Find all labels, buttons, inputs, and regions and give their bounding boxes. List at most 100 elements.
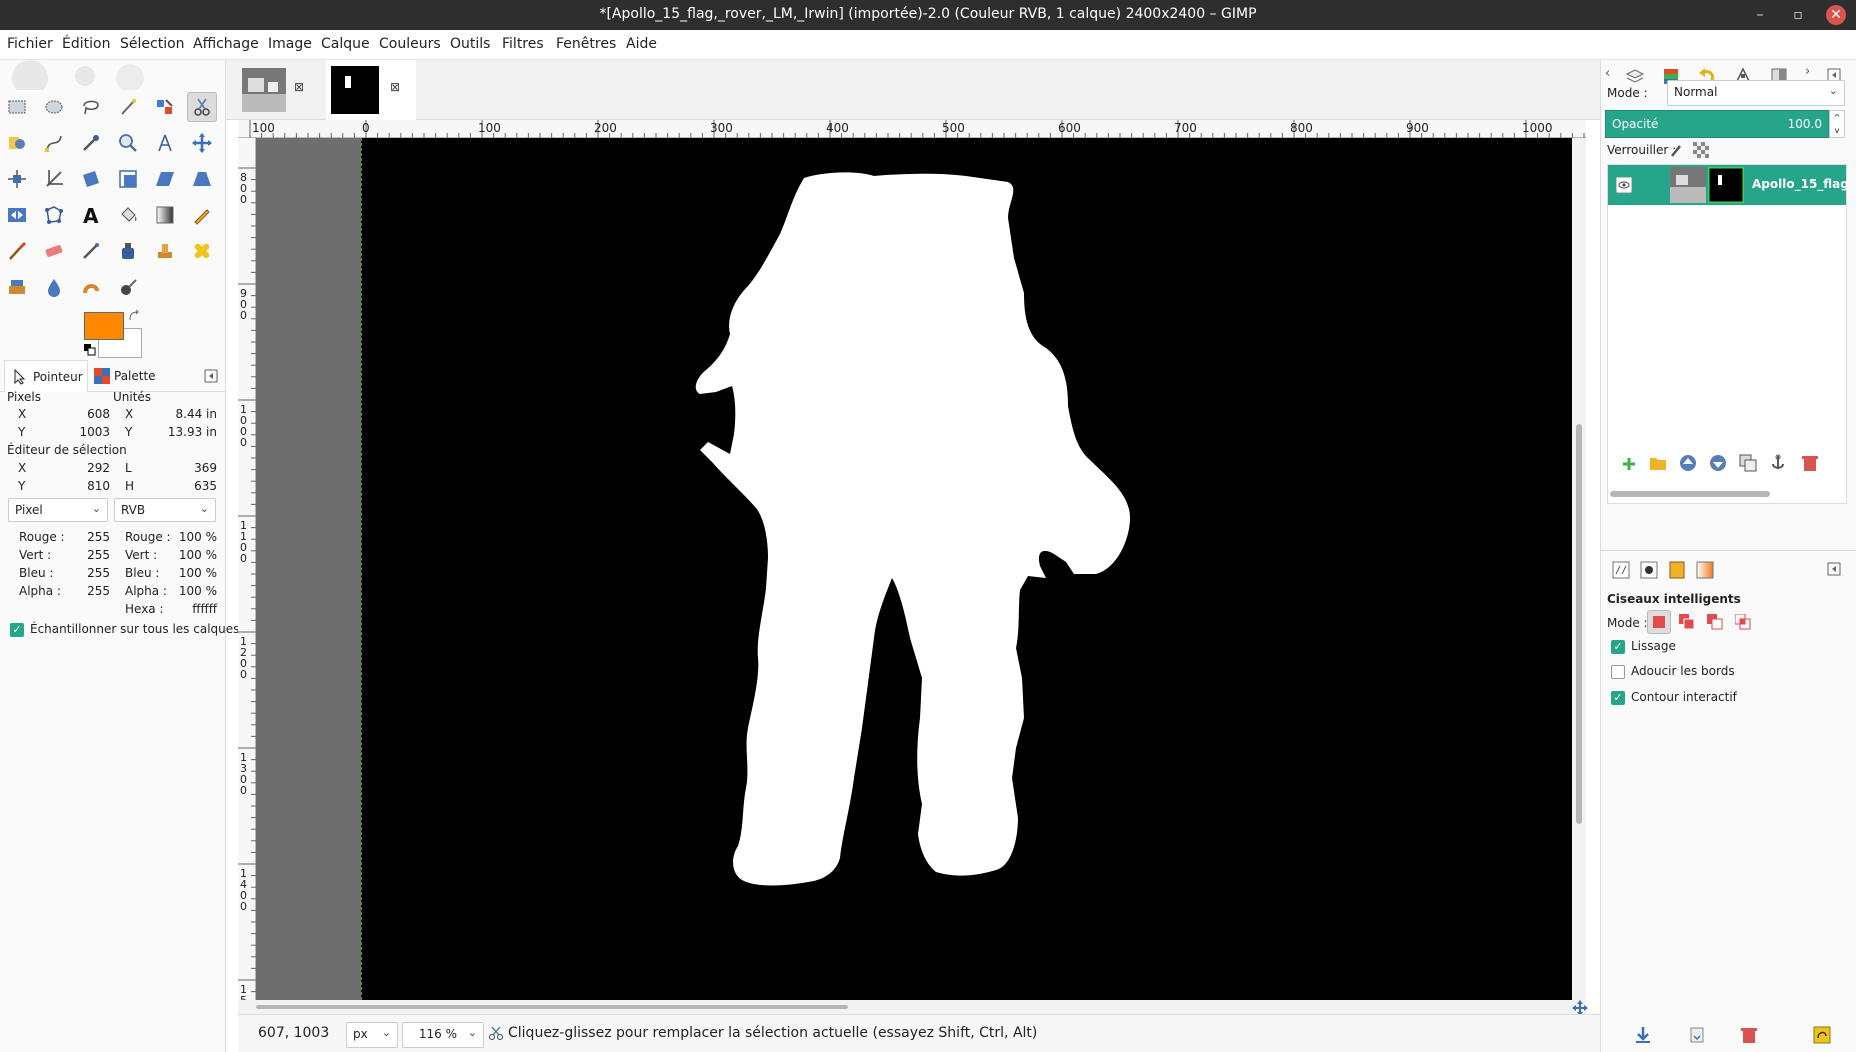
image-tab-photo[interactable]: ⊠	[240, 66, 310, 114]
vertical-scroll-thumb[interactable]	[1576, 424, 1582, 824]
horizontal-scrollbar[interactable]	[238, 1000, 1586, 1014]
layers-list[interactable]: Apollo_15_flag,_r	[1607, 164, 1856, 504]
perspective-tool-icon[interactable]	[187, 164, 217, 194]
crop-tool-icon[interactable]	[39, 164, 69, 194]
bucket-fill-tool-icon[interactable]	[113, 200, 143, 230]
layers-hscroll-thumb[interactable]	[1610, 491, 1770, 497]
tool-options-tab-icon[interactable]	[1609, 558, 1633, 582]
layer-mask-thumbnail-icon[interactable]	[1708, 167, 1744, 203]
menu-edition[interactable]: Édition	[62, 36, 110, 52]
select-by-color-tool-icon[interactable]	[150, 92, 180, 122]
ellipse-select-tool-icon[interactable]	[39, 92, 69, 122]
eraser-tool-icon[interactable]	[39, 236, 69, 266]
tab-palette[interactable]: Palette	[90, 360, 174, 392]
menu-calque[interactable]: Calque	[321, 36, 370, 52]
menu-filtres[interactable]: Filtres	[502, 36, 544, 52]
zoom-select[interactable]: 116 % ⌄	[402, 1022, 484, 1048]
paths-tool-icon[interactable]	[39, 128, 69, 158]
mode-subtract-icon[interactable]	[1707, 614, 1723, 630]
heal-tool-icon[interactable]	[187, 236, 217, 266]
swap-colors-icon[interactable]	[128, 310, 140, 322]
pencil-tool-icon[interactable]	[187, 200, 217, 230]
delete-options-icon[interactable]	[1741, 1026, 1757, 1044]
color-picker-tool-icon[interactable]	[76, 128, 106, 158]
color-model-select[interactable]: RVB ⌄	[114, 498, 216, 522]
default-colors-icon[interactable]	[84, 344, 96, 356]
unit-select[interactable]: px ⌄	[346, 1022, 398, 1048]
pixel-mode-select[interactable]: Pixel ⌄	[8, 498, 108, 522]
vertical-scrollbar[interactable]	[1572, 138, 1586, 1000]
reset-options-icon[interactable]	[1813, 1026, 1831, 1044]
sample-merged-checkbox[interactable]: ✓	[10, 623, 24, 637]
close-tab-icon[interactable]: ⊠	[390, 80, 400, 94]
lower-layer-icon[interactable]	[1709, 454, 1727, 472]
duplicate-layer-icon[interactable]	[1739, 454, 1757, 472]
menu-aide[interactable]: Aide	[626, 36, 657, 52]
menu-selection[interactable]: Sélection	[120, 36, 185, 52]
foreground-color-swatch[interactable]	[84, 312, 124, 340]
mode-add-icon[interactable]	[1679, 614, 1695, 630]
clone-tool-icon[interactable]	[150, 236, 180, 266]
scale-tool-icon[interactable]	[113, 164, 143, 194]
lasso-tool-icon[interactable]	[76, 92, 106, 122]
interactive-boundary-checkbox[interactable]: ✓	[1611, 691, 1625, 705]
visibility-eye-icon[interactable]	[1616, 177, 1632, 193]
layers-tab-icon[interactable]	[1623, 64, 1647, 88]
lock-alpha-icon[interactable]	[1693, 142, 1709, 158]
lock-pixels-brush-icon[interactable]	[1669, 142, 1685, 158]
menu-affichage[interactable]: Affichage	[193, 36, 259, 52]
close-tab-icon[interactable]: ⊠	[294, 80, 304, 94]
restore-options-icon[interactable]	[1689, 1026, 1705, 1044]
shear-tool-icon[interactable]	[150, 164, 180, 194]
lissage-checkbox[interactable]: ✓	[1611, 640, 1625, 654]
measure-tool-icon[interactable]	[150, 128, 180, 158]
text-tool-icon[interactable]: A	[76, 200, 106, 230]
chevron-right-icon[interactable]: ›	[1805, 64, 1810, 79]
rect-select-tool-icon[interactable]	[2, 92, 32, 122]
opacity-slider[interactable]: Opacité 100.0	[1605, 110, 1829, 138]
vertical-ruler[interactable]: 800 900 1000 1100 1200 1300 1400 1500	[238, 138, 256, 1028]
gradient-tool-icon[interactable]	[150, 200, 180, 230]
minimize-button[interactable]: –	[1750, 5, 1770, 25]
foreground-select-tool-icon[interactable]	[2, 128, 32, 158]
feather-edges-checkbox[interactable]	[1611, 665, 1625, 679]
close-button[interactable]: ✕	[1826, 5, 1846, 25]
gradient-editor-tab-icon[interactable]	[1693, 558, 1717, 582]
layer-name[interactable]: Apollo_15_flag,_r	[1752, 177, 1856, 191]
move-tool-icon[interactable]	[187, 128, 217, 158]
ink-tool-icon[interactable]	[113, 236, 143, 266]
tab-pointer[interactable]: Pointeur	[4, 360, 88, 392]
layer-mode-select[interactable]: Normal ⌄	[1667, 80, 1845, 106]
flip-tool-icon[interactable]	[2, 200, 32, 230]
save-options-icon[interactable]	[1635, 1026, 1651, 1044]
dodge-burn-tool-icon[interactable]	[113, 272, 143, 302]
menu-image[interactable]: Image	[268, 36, 312, 52]
paintbrush-tool-icon[interactable]	[2, 236, 32, 266]
chevron-left-icon[interactable]: ‹	[1605, 66, 1610, 81]
opacity-spinner[interactable]: ^ v	[1829, 110, 1845, 138]
images-tab-icon[interactable]	[1665, 558, 1689, 582]
smudge-tool-icon[interactable]	[76, 272, 106, 302]
image-canvas[interactable]	[256, 138, 1572, 1000]
layer-row[interactable]: Apollo_15_flag,_r	[1608, 165, 1856, 205]
new-layer-group-icon[interactable]	[1649, 454, 1667, 472]
anchor-layer-icon[interactable]	[1769, 454, 1787, 472]
raise-layer-icon[interactable]	[1679, 454, 1697, 472]
menu-fenetres[interactable]: Fenêtres	[556, 36, 616, 52]
perspective-clone-tool-icon[interactable]	[2, 272, 32, 302]
menu-couleurs[interactable]: Couleurs	[379, 36, 441, 52]
menu-outils[interactable]: Outils	[450, 36, 490, 52]
horizontal-ruler[interactable]: 100 0 100 200 300 400 500 600 700 800 90…	[238, 120, 1586, 138]
zoom-tool-icon[interactable]	[113, 128, 143, 158]
mode-replace-button[interactable]	[1647, 610, 1671, 634]
panel-menu-icon[interactable]	[1827, 562, 1841, 576]
image-tab-mask[interactable]: ⊠	[326, 60, 416, 120]
blur-tool-icon[interactable]	[39, 272, 69, 302]
device-status-tab-icon[interactable]	[1637, 558, 1661, 582]
horizontal-scroll-thumb[interactable]	[256, 1005, 848, 1009]
fuzzy-select-tool-icon[interactable]	[113, 92, 143, 122]
new-layer-icon[interactable]	[1621, 456, 1637, 472]
mode-intersect-icon[interactable]	[1735, 614, 1751, 630]
airbrush-tool-icon[interactable]	[76, 236, 106, 266]
unified-transform-tool-icon[interactable]	[76, 164, 106, 194]
